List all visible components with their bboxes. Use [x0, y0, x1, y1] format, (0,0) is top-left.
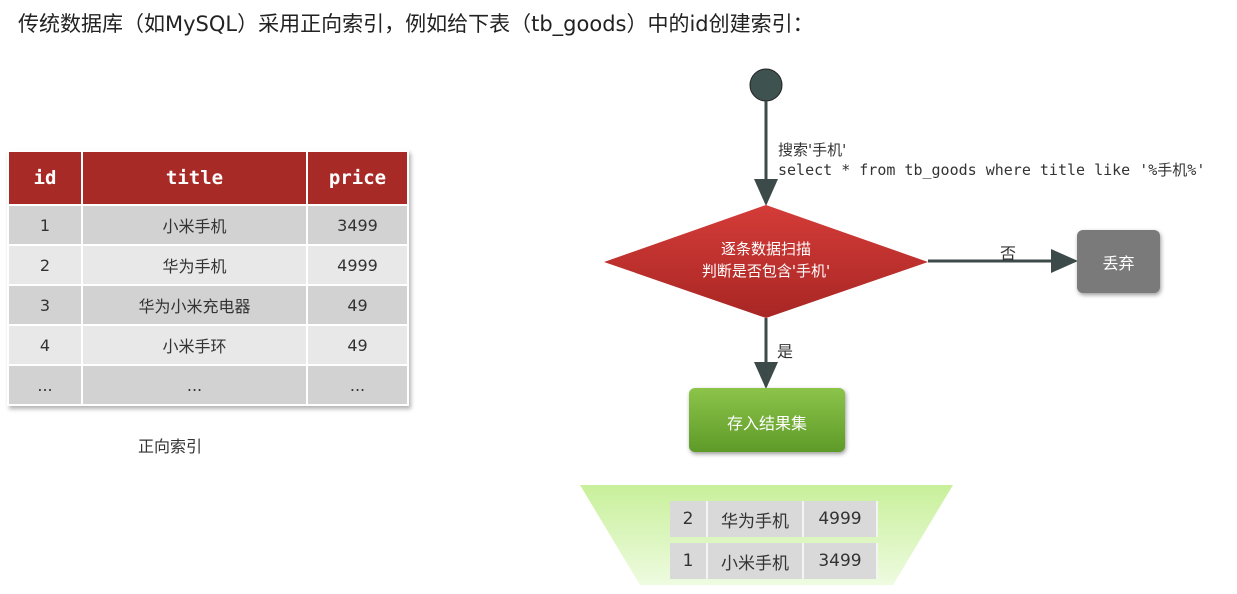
flowchart	[580, 68, 1160, 585]
discard-label: 丢弃	[1102, 254, 1135, 273]
no-label: 否	[1000, 244, 1017, 263]
result-row: 1 小米手机 3499	[670, 543, 878, 579]
result-cell: 4999	[804, 501, 878, 537]
result-set-table: 2 华为手机 4999 1 小米手机 3499	[670, 495, 878, 585]
result-cell: 小米手机	[708, 543, 804, 579]
result-cell: 1	[670, 543, 708, 579]
result-cell: 华为手机	[708, 501, 804, 537]
result-cell: 2	[670, 501, 708, 537]
yes-label: 是	[777, 342, 794, 361]
result-cell: 3499	[804, 543, 878, 579]
decision-line1: 逐条数据扫描	[720, 240, 811, 258]
sql-query: select * from tb_goods where title like …	[778, 161, 1206, 179]
start-node	[749, 68, 783, 102]
store-label: 存入结果集	[726, 414, 807, 433]
search-label: 搜索'手机'	[778, 141, 847, 159]
result-row: 2 华为手机 4999	[670, 501, 878, 537]
decision-line2: 判断是否包含'手机'	[701, 262, 831, 280]
